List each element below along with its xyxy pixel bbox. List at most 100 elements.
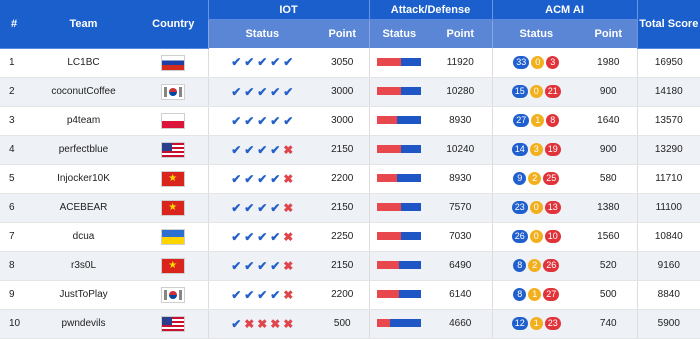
acm-point: 520 <box>580 251 638 281</box>
acm-fail-badge: 21 <box>544 85 561 98</box>
acm-fail-badge: 25 <box>543 172 560 185</box>
check-icon: ✔ <box>244 287 255 302</box>
country-cell <box>139 48 208 78</box>
ad-status <box>368 77 429 107</box>
acm-fail-badge: 13 <box>544 201 561 214</box>
country-cell <box>139 193 208 223</box>
ad-status-bar <box>377 87 422 96</box>
check-icon: ✔ <box>270 84 281 99</box>
acm-partial-badge: 2 <box>528 172 542 185</box>
iot-status: ✔ ✔ ✔ ✔ ✖ <box>207 251 316 281</box>
ad-status <box>368 135 429 165</box>
check-icon: ✔ <box>270 200 281 215</box>
team-name[interactable]: JustToPlay <box>28 280 139 310</box>
ad-status-bar <box>377 58 422 67</box>
flag-kr-icon <box>162 287 185 302</box>
check-icon: ✔ <box>231 84 242 99</box>
table-row: 1 LC1BC ✔ ✔ ✔ ✔ ✔ 3050 11920 33 0 3 1980 16950 <box>0 48 700 78</box>
ad-point: 10240 <box>429 135 493 165</box>
acm-pass-badge: 8 <box>513 288 527 301</box>
total-score: 13570 <box>636 106 700 136</box>
cross-icon: ✖ <box>257 316 268 331</box>
check-icon: ✔ <box>244 258 255 273</box>
check-icon: ✔ <box>231 316 242 331</box>
rank-cell: 9 <box>0 280 28 310</box>
ad-bar-blue <box>399 261 422 270</box>
ad-status <box>368 48 429 78</box>
country-cell <box>139 106 208 136</box>
ad-status-bar <box>377 290 422 299</box>
check-icon: ✔ <box>283 55 294 70</box>
acm-point: 580 <box>580 164 638 194</box>
acm-fail-badge: 19 <box>544 143 561 156</box>
check-icon: ✔ <box>283 84 294 99</box>
header-iot-status: Status <box>207 19 316 48</box>
ad-bar-blue <box>401 58 422 67</box>
table-row: 6ACEBEAR✔✔✔✔✖2150757023013138011100 <box>0 193 700 223</box>
acm-point: 1380 <box>580 193 638 223</box>
header-iot: IOT <box>207 0 369 20</box>
ad-bar-blue <box>401 203 422 212</box>
check-icon: ✔ <box>257 171 268 186</box>
acm-fail-badge: 26 <box>543 259 560 272</box>
ad-point: 10280 <box>429 77 493 107</box>
check-icon: ✔ <box>270 258 281 273</box>
iot-point: 2200 <box>316 280 369 310</box>
iot-status: ✔ ✔ ✔ ✔ ✖ <box>207 193 316 223</box>
team-name[interactable]: dcua <box>28 222 139 252</box>
acm-pass-badge: 9 <box>513 172 527 185</box>
team-name[interactable]: Injocker10K <box>28 164 139 194</box>
cross-icon: ✖ <box>244 316 255 331</box>
acm-pass-badge: 14 <box>511 143 528 156</box>
acm-point: 1980 <box>580 48 638 78</box>
cross-icon: ✖ <box>283 287 294 302</box>
check-icon: ✔ <box>270 113 281 128</box>
acm-pass-badge: 15 <box>511 85 528 98</box>
team-name[interactable]: LC1BC <box>28 48 139 78</box>
check-icon: ✔ <box>244 200 255 215</box>
cross-icon: ✖ <box>283 171 294 186</box>
iot-point: 2250 <box>316 222 369 252</box>
ad-status <box>368 106 429 136</box>
iot-status: ✔ ✔ ✔ ✔ ✖ <box>207 135 316 165</box>
acm-partial-badge: 3 <box>529 143 543 156</box>
team-name[interactable]: p4team <box>28 106 139 136</box>
ad-point: 8930 <box>429 106 493 136</box>
acm-partial-badge: 0 <box>529 85 543 98</box>
rank-cell: 2 <box>0 77 28 107</box>
check-icon: ✔ <box>244 55 255 70</box>
team-name[interactable]: r3s0L <box>28 251 139 281</box>
header-acm-status: Status <box>491 19 581 48</box>
team-name[interactable]: coconutCoffee <box>28 77 139 107</box>
ad-status <box>368 222 429 252</box>
acm-status: 33 0 3 <box>491 48 581 78</box>
acm-point: 500 <box>580 280 638 310</box>
ad-status-bar <box>377 232 422 241</box>
flag-us-icon <box>162 142 185 157</box>
team-name[interactable]: perfectblue <box>28 135 139 165</box>
ad-bar-red <box>377 290 400 299</box>
ad-bar-blue <box>401 232 422 241</box>
total-score: 9160 <box>636 251 700 281</box>
acm-partial-badge: 1 <box>531 114 545 127</box>
check-icon: ✔ <box>257 142 268 157</box>
ad-bar-blue <box>397 116 422 125</box>
header-total-score: Total Score <box>636 0 700 49</box>
cross-icon: ✖ <box>283 316 294 331</box>
team-name[interactable]: ACEBEAR <box>28 193 139 223</box>
check-icon: ✔ <box>244 142 255 157</box>
flag-ua-icon <box>162 229 185 244</box>
acm-partial-badge: 0 <box>529 201 543 214</box>
ad-bar-red <box>377 58 402 67</box>
acm-partial-badge: 2 <box>528 259 542 272</box>
acm-partial-badge: 0 <box>531 55 545 69</box>
acm-fail-badge: 23 <box>544 317 561 330</box>
ad-status-bar <box>377 261 422 270</box>
iot-point: 3000 <box>316 77 369 107</box>
header-acm-point: Point <box>580 19 638 48</box>
ad-point: 7570 <box>429 193 493 223</box>
acm-fail-badge: 27 <box>543 288 560 301</box>
country-cell <box>139 280 208 310</box>
table-row: 4 perfectblue ✔ ✔ ✔ ✔ ✖ 2150 10240 14 3 19 900 13290 <box>0 135 700 165</box>
rank-cell: 5 <box>0 164 28 194</box>
